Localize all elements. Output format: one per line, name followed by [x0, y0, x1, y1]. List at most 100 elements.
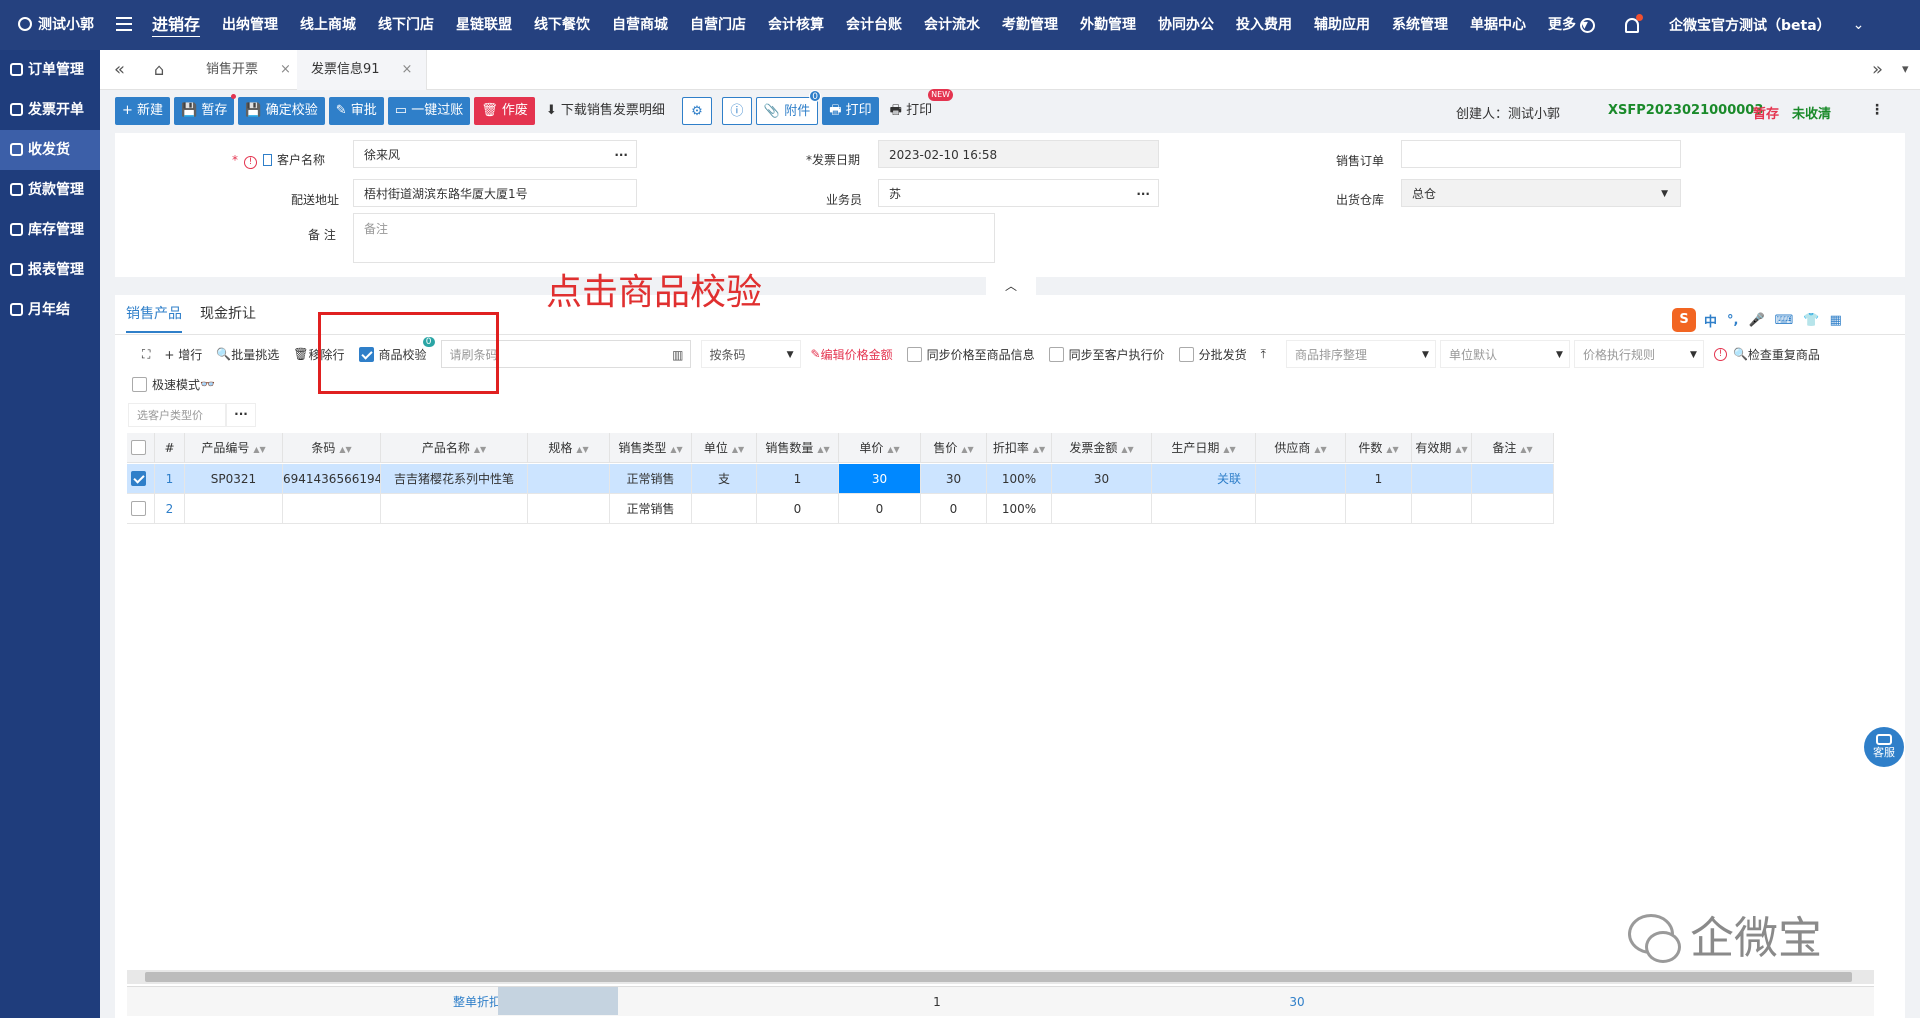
top-nav-item[interactable]: 自营商城 [612, 0, 668, 50]
table-cell[interactable]: 0 [921, 494, 987, 524]
top-nav-item[interactable]: 星链联盟 [456, 0, 512, 50]
check-duplicate-button[interactable]: 🔍 检查重复商品 [1733, 346, 1820, 363]
top-nav-item[interactable]: 投入费用 [1236, 0, 1292, 50]
tab-cash-discount[interactable]: 现金折让 [200, 303, 256, 333]
new-button[interactable]: + 新建 [115, 97, 171, 125]
sync-price-product-toggle[interactable]: 同步价格至商品信息 [906, 346, 1035, 363]
approve-button[interactable]: ✎ 审批 [328, 97, 384, 125]
sidebar-item[interactable]: 发票开单 [0, 90, 100, 130]
notification-bell-icon[interactable] [1625, 13, 1643, 33]
print-button[interactable]: 🖶 打印 [822, 97, 879, 125]
table-cell[interactable]: 6941436566194 [283, 464, 381, 494]
attachment-button[interactable]: 📎 附件 0 [755, 90, 822, 125]
table-cell[interactable]: 关联 [1152, 464, 1256, 494]
batch-pick-button[interactable]: 🔍 批量挑选 [216, 346, 279, 363]
table-cell[interactable]: 1 [155, 464, 185, 494]
table-cell[interactable] [1412, 494, 1472, 524]
microphone-icon[interactable]: 🎤 [1748, 313, 1764, 328]
top-nav-item[interactable]: 会计核算 [768, 0, 824, 50]
table-header-cell[interactable]: 生产日期 ▲▼ [1152, 433, 1256, 463]
void-button[interactable]: 🗑 作废 [474, 97, 535, 125]
remark-textarea[interactable]: 备注 [353, 213, 995, 263]
table-cell[interactable]: SP0321 [185, 464, 283, 494]
row-select-cell[interactable] [127, 464, 155, 494]
table-cell[interactable]: 30 [921, 464, 987, 494]
batch-ship-checkbox[interactable] [1178, 346, 1194, 362]
fast-mode-checkbox[interactable] [132, 376, 147, 392]
more-icon[interactable]: ··· [226, 403, 256, 427]
user-menu[interactable]: 测试小郭 [18, 0, 94, 50]
menu-toggle-icon[interactable] [116, 17, 132, 31]
add-row-button[interactable]: + 增行 [164, 346, 202, 363]
top-nav-item[interactable]: 进销存 [152, 0, 200, 50]
top-nav-item[interactable]: 线下餐饮 [534, 0, 590, 50]
sidebar-item[interactable]: 月年结 [0, 290, 100, 330]
table-cell[interactable] [283, 494, 381, 524]
close-icon[interactable]: × [280, 62, 291, 77]
sync-price-product-checkbox[interactable] [906, 346, 922, 362]
table-cell[interactable]: 吉吉猪樱花系列中性笔 [381, 464, 528, 494]
fast-mode-toggle[interactable]: 极速模式 👓 [132, 373, 215, 395]
table-header-cell[interactable]: 产品名称 ▲▼ [381, 433, 528, 463]
sort-icon[interactable]: ▲▼ [253, 445, 265, 454]
grid-menu-icon[interactable]: ▦ [1830, 313, 1842, 328]
info-icon[interactable]: ! [244, 156, 257, 169]
more-options-icon[interactable]: ⋮ [1870, 102, 1884, 118]
collapse-form-button[interactable]: ︿ [986, 277, 1036, 295]
table-header-cell[interactable]: 单价 ▲▼ [839, 433, 921, 463]
home-icon[interactable]: ⌂ [154, 50, 164, 90]
sort-icon[interactable]: ▲▼ [1223, 445, 1235, 454]
table-cell[interactable]: 0 [757, 494, 839, 524]
sidebar-item[interactable]: 货款管理 [0, 170, 100, 210]
fullscreen-icon[interactable]: ⛶ [142, 347, 150, 362]
table-cell[interactable]: 1 [1346, 464, 1412, 494]
sort-icon[interactable]: ▲▼ [817, 445, 829, 454]
info-icon[interactable]: ⓘ [721, 97, 752, 125]
search-icon[interactable] [1580, 17, 1595, 33]
top-nav-item[interactable]: 线上商城 [300, 0, 356, 50]
sidebar-item[interactable]: 库存管理 [0, 210, 100, 250]
table-cell[interactable]: 100% [987, 494, 1052, 524]
table-header-cell[interactable]: 销售类型 ▲▼ [610, 433, 692, 463]
batch-ship-toggle[interactable]: 分批发货 [1178, 346, 1247, 363]
company-selector[interactable]: 企微宝官方测试（beta） [1669, 15, 1831, 35]
tabs-dropdown-icon[interactable]: ▾ [1902, 50, 1909, 90]
table-cell[interactable] [1472, 494, 1554, 524]
top-nav-item[interactable]: 自营门店 [690, 0, 746, 50]
table-header-cell[interactable]: 条码 ▲▼ [283, 433, 381, 463]
confirm-check-button[interactable]: 💾 确定校验 [238, 97, 325, 125]
table-header-cell[interactable]: 件数 ▲▼ [1346, 433, 1412, 463]
invoice-date-input[interactable]: 2023-02-10 16:58 [878, 140, 1159, 168]
edit-price-button[interactable]: ✎ 编辑价格金额 [811, 346, 893, 363]
more-icon[interactable]: ··· [1136, 180, 1150, 206]
save-draft-button[interactable]: 💾 暂存 [174, 94, 237, 125]
post-button[interactable]: ▭ 一键过账 [387, 97, 471, 125]
salesman-input[interactable]: 苏 ··· [878, 179, 1159, 207]
sort-icon[interactable]: ▲▼ [1455, 445, 1467, 454]
ime-chinese-icon[interactable]: 中 [1704, 311, 1717, 330]
skin-icon[interactable]: 👕 [1803, 313, 1819, 328]
table-header-cell[interactable]: 折扣率 ▲▼ [987, 433, 1052, 463]
top-nav-item[interactable]: 出纳管理 [222, 0, 278, 50]
table-cell[interactable] [1256, 464, 1346, 494]
table-cell[interactable] [528, 494, 610, 524]
sales-order-input[interactable] [1401, 140, 1681, 168]
table-header-cell[interactable] [127, 433, 155, 463]
sort-top-icon[interactable]: ⤒ [1261, 347, 1266, 362]
table-cell[interactable] [185, 494, 283, 524]
scroll-right-icon[interactable]: » [1872, 50, 1883, 90]
settings-gear-icon[interactable]: ⚙ [681, 97, 712, 125]
customer-input[interactable]: 徐来风 ··· [353, 140, 637, 168]
table-cell[interactable]: 0 [839, 494, 921, 524]
horizontal-scrollbar[interactable] [127, 970, 1874, 984]
table-cell[interactable]: 正常销售 [610, 464, 692, 494]
top-nav-item[interactable]: 系统管理 [1392, 0, 1448, 50]
download-button[interactable]: ⬇ 下载销售发票明细 [539, 97, 672, 125]
sort-icon[interactable]: ▲▼ [670, 445, 682, 454]
sort-select[interactable]: 商品排序整理 ▼ [1285, 340, 1436, 368]
discount-input[interactable] [498, 987, 618, 1015]
tab-sales-invoice[interactable]: 销售开票 × [192, 50, 306, 90]
sync-price-customer-checkbox[interactable] [1048, 346, 1064, 362]
sort-icon[interactable]: ▲▼ [1386, 445, 1398, 454]
table-cell[interactable]: 正常销售 [610, 494, 692, 524]
